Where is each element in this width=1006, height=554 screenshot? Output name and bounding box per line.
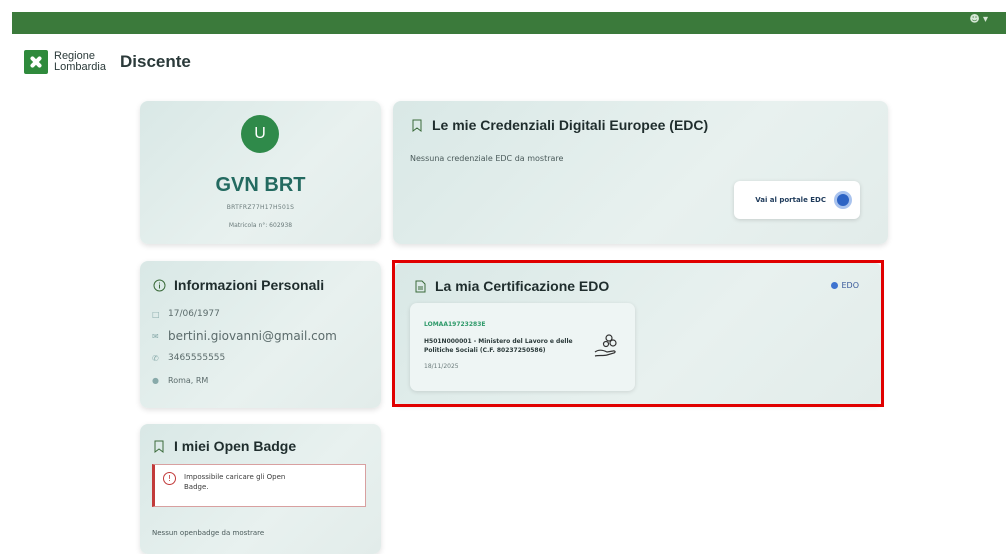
highlight-frame <box>392 260 884 407</box>
profile-card: U GVN BRT BRTFRZ77H17H501S Matricola n°:… <box>140 101 381 244</box>
info-email-row: ✉ bertini.giovanni@gmail.com <box>152 329 337 343</box>
info-birth-date: 17/06/1977 <box>168 309 220 319</box>
info-location: Roma, RM <box>168 376 209 385</box>
header: Regione Lombardia Discente <box>24 47 191 77</box>
top-bar-strip <box>12 12 1006 34</box>
badge-error-alert: ! Impossibile caricare gli Open Badge. <box>152 464 366 507</box>
page-title: Discente <box>119 52 191 71</box>
edc-portal-button[interactable]: Vai al portale EDC <box>734 181 860 219</box>
badge-empty-text: Nessun openbadge da mostrare <box>152 529 265 537</box>
calendar-icon: □ <box>152 309 160 319</box>
info-card-title: Informazioni Personali <box>152 277 324 293</box>
info-icon <box>152 278 166 292</box>
top-bar: ☻ ▾ <box>0 0 1006 37</box>
bookmark-icon <box>152 439 166 453</box>
badge-card-title: I miei Open Badge <box>152 438 296 454</box>
logo-line-2: Lombardia <box>54 61 106 73</box>
personal-info-card: Informazioni Personali □ 17/06/1977 ✉ be… <box>140 261 381 408</box>
info-title-text: Informazioni Personali <box>174 277 325 293</box>
info-birth-date-row: □ 17/06/1977 <box>152 309 220 319</box>
user-menu-icon[interactable]: ☻ ▾ <box>969 14 988 25</box>
profile-codice-fiscale: BRTFRZ77H17H501S <box>226 204 295 211</box>
regione-lombardia-logo-icon[interactable] <box>24 50 48 74</box>
edc-card: Le mie Credenziali Digitali Europee (EDC… <box>393 101 888 244</box>
edc-title-text: Le mie Credenziali Digitali Europee (EDC… <box>432 117 709 133</box>
profile-name: GVN BRT <box>215 174 306 196</box>
alert-icon: ! <box>163 472 176 485</box>
info-email[interactable]: bertini.giovanni@gmail.com <box>168 329 337 343</box>
edc-card-title: Le mie Credenziali Digitali Europee (EDC… <box>410 117 708 133</box>
logo-text: Regione Lombardia <box>54 51 106 73</box>
badge-title-text: I miei Open Badge <box>174 438 297 454</box>
bookmark-icon <box>410 118 424 132</box>
location-pin-icon: ● <box>152 376 159 385</box>
badge-error-message: Impossibile caricare gli Open Badge. <box>184 473 286 491</box>
open-badge-card: I miei Open Badge ! Impossibile caricare… <box>140 424 381 554</box>
edc-empty-text: Nessuna credenziale EDC da mostrare <box>410 154 564 163</box>
mail-icon: ✉ <box>152 331 159 341</box>
info-phone-row: ✆ 3465555555 <box>152 353 225 363</box>
info-location-row: ● Roma, RM <box>152 376 208 385</box>
info-phone: 3465555555 <box>168 353 226 363</box>
edc-portal-label: Vai al portale EDC <box>755 196 826 204</box>
edc-portal-icon <box>834 191 852 209</box>
phone-icon: ✆ <box>152 353 159 363</box>
profile-matricola: Matricola n°: 602938 <box>228 222 293 229</box>
avatar: U <box>241 115 279 153</box>
